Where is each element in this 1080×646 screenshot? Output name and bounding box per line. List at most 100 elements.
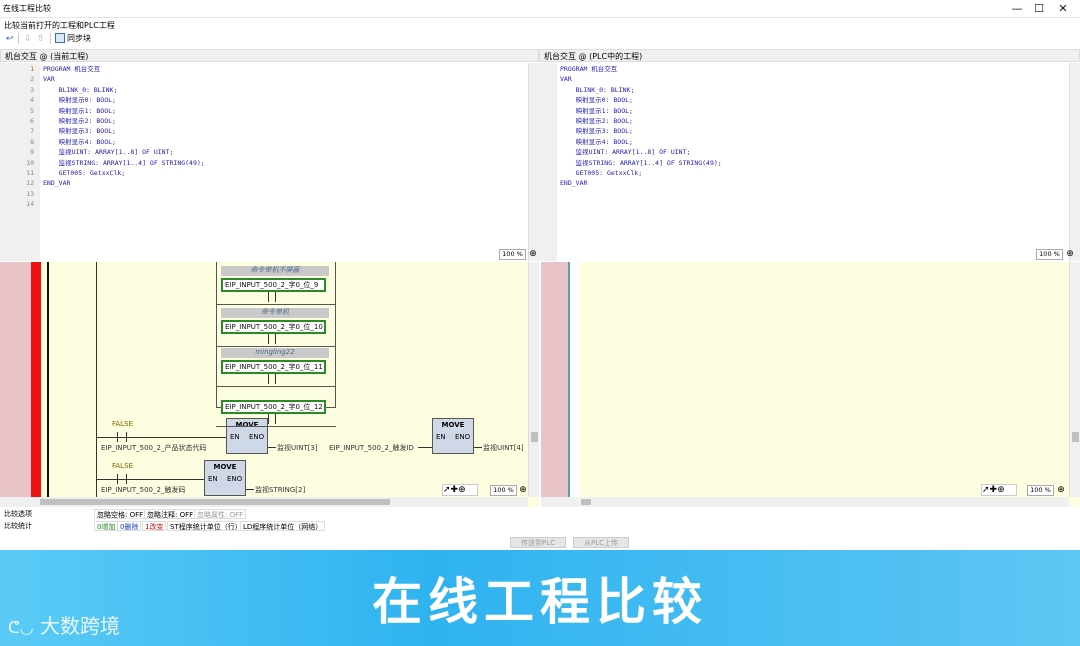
left-code-editor[interactable]: PROGRAM 机台交互 VAR BLINK_0: BLINK; 映射显示0: B… xyxy=(40,63,528,248)
code-line: BLINK_0: BLINK; xyxy=(560,85,635,94)
eno-pin: ENO xyxy=(455,433,471,441)
zoom-icon[interactable]: ⊕ xyxy=(1056,485,1066,495)
row-label: 比较统计 xyxy=(4,522,32,530)
left-code-scrollbar[interactable] xyxy=(528,63,539,261)
sync-block-button[interactable]: 同步块 xyxy=(67,33,91,45)
contact-variable-box[interactable]: EIP_INPUT_500_2_字0_位_12 xyxy=(221,400,326,414)
pointer-icon[interactable]: ➚ xyxy=(443,485,451,495)
move-block[interactable]: MOVE EN ENO xyxy=(226,418,268,454)
ladder-tools[interactable]: ➚✚⊕ xyxy=(981,484,1017,496)
line-number: 3 xyxy=(30,85,34,94)
line-number: 14 xyxy=(26,200,34,209)
rung-wire xyxy=(418,447,432,448)
ignore-attr-toggle[interactable]: 忽略属性: OFF xyxy=(194,509,247,519)
code-line: GET005: GetxxClk; xyxy=(43,168,126,177)
right-ladder-hscroll[interactable] xyxy=(541,497,1069,507)
code-line: 映射显示1: BOOL; xyxy=(43,106,116,115)
ladder-zoom-field[interactable]: 100 % xyxy=(1027,485,1054,496)
next-diff-icon[interactable]: ⇩ xyxy=(24,33,32,45)
add-icon[interactable]: ✚ xyxy=(451,485,459,495)
left-ladder-vscroll[interactable] xyxy=(528,262,539,497)
toolbar-divider xyxy=(18,33,19,44)
left-pane-header: 机台交互 @ (当前工程) xyxy=(0,49,539,62)
branch-divider xyxy=(216,304,336,305)
contact-variable-box[interactable]: EIP_INPUT_500_2_字0_位_9 xyxy=(221,278,326,292)
code-line: 监视STRING: ARRAY[1..4] OF STRING(49); xyxy=(560,158,722,167)
scroll-thumb[interactable] xyxy=(40,499,390,505)
compare-stats-row: 比较统计 0增加 0删除 1改变 ST程序统计单位（行） LD程序统计单位（网络… xyxy=(0,520,1080,532)
false-label: FALSE xyxy=(112,462,133,470)
scroll-thumb[interactable] xyxy=(581,499,591,505)
compare-options-row: 比较选项 忽略空格: OFF 忽略注释: OFF 忽略属性: OFF xyxy=(0,508,1080,520)
right-ladder-pane[interactable]: ➚✚⊕ 100 % ⊕ xyxy=(541,262,1080,507)
move-title: MOVE xyxy=(441,421,465,429)
line-number: 6 xyxy=(30,117,34,126)
line-number: 7 xyxy=(30,127,34,136)
en-pin: EN xyxy=(230,433,240,441)
watermark: ᕦ◡ 大数跨境 xyxy=(8,610,120,639)
zoom-icon[interactable]: ⊕ xyxy=(1065,249,1075,259)
contact[interactable] xyxy=(268,414,276,424)
code-line: 映射显示3: BOOL; xyxy=(43,127,116,136)
zoom-icon[interactable]: ⊕ xyxy=(997,485,1005,495)
eno-pin: ENO xyxy=(227,475,243,483)
pointer-icon[interactable]: ➚ xyxy=(982,485,990,495)
scroll-thumb[interactable] xyxy=(531,432,538,442)
watermark-text: 大数跨境 xyxy=(40,614,120,638)
sync-block-icon[interactable] xyxy=(55,33,65,43)
branch-divider xyxy=(216,426,336,427)
contact[interactable] xyxy=(268,334,276,344)
zoom-icon[interactable]: ⊕ xyxy=(528,249,538,259)
rung-wire xyxy=(97,479,204,480)
page-subtitle: 比较当前打开的工程和PLC工程 xyxy=(4,21,115,30)
ignore-space-toggle[interactable]: 忽略空格: OFF xyxy=(94,509,147,519)
right-code-scrollbar[interactable] xyxy=(1069,63,1080,261)
line-number: 2 xyxy=(30,75,34,84)
left-ladder-pane[interactable]: FALSE EIP_INPUT_500_2_产品状态代码 MOVE EN ENO… xyxy=(0,262,539,507)
move-block[interactable]: MOVE EN ENO xyxy=(432,418,474,454)
code-line: 映射显示3: BOOL; xyxy=(560,127,633,136)
contact[interactable] xyxy=(268,374,276,384)
watermark-logo-icon: ᕦ◡ xyxy=(8,618,34,637)
code-line: END_VAR xyxy=(43,179,71,188)
ignore-comment-toggle[interactable]: 忽略注释: OFF xyxy=(144,509,197,519)
promo-banner: 在线工程比较 ᕦ◡ 大数跨境 xyxy=(0,550,1080,646)
input-var-label: EIP_INPUT_500_2_触发码 xyxy=(101,486,186,494)
contact[interactable] xyxy=(268,292,276,302)
left-zoom-field[interactable]: 100 % xyxy=(499,249,526,260)
scroll-thumb[interactable] xyxy=(1072,432,1079,442)
ladder-zoom-field[interactable]: 100 % xyxy=(490,485,517,496)
back-icon[interactable]: ↩ xyxy=(6,33,14,45)
right-ladder-vscroll[interactable] xyxy=(1069,262,1080,497)
code-line: BLINK_0: BLINK; xyxy=(43,85,118,94)
transfer-to-plc-button[interactable]: 传送到PLC xyxy=(510,537,566,548)
zoom-icon[interactable]: ⊕ xyxy=(518,485,528,495)
contact-variable-box[interactable]: EIP_INPUT_500_2_字0_位_11 xyxy=(221,360,326,374)
ld-unit-label: LD程序统计单位（网络） xyxy=(240,521,326,531)
branch-wire xyxy=(96,262,97,497)
upload-from-plc-button[interactable]: 从PLC上传 xyxy=(573,537,629,548)
move-block[interactable]: MOVE EN ENO xyxy=(204,460,246,496)
false-label: FALSE xyxy=(112,420,133,428)
input-var-label: EIP_INPUT_500_2_产品状态代码 xyxy=(101,444,207,452)
maximize-icon[interactable]: ☐ xyxy=(1028,0,1050,18)
right-code-editor[interactable]: PROGRAM 机台交互 VAR BLINK_0: BLINK; 映射显示0: B… xyxy=(557,63,1069,248)
en-pin: EN xyxy=(208,475,218,483)
move-title: MOVE xyxy=(213,463,237,471)
contact-variable-box[interactable]: EIP_INPUT_500_2_字0_位_10 xyxy=(221,320,326,334)
branch-divider xyxy=(216,386,336,387)
prev-diff-icon[interactable]: ⇧ xyxy=(37,33,45,45)
output-var-label: 监视UINT[3] xyxy=(277,444,318,452)
ladder-tools[interactable]: ➚✚⊕ xyxy=(442,484,478,496)
close-icon[interactable]: ✕ xyxy=(1052,0,1074,18)
add-icon[interactable]: ✚ xyxy=(990,485,998,495)
right-zoom-field[interactable]: 100 % xyxy=(1036,249,1063,260)
minimize-icon[interactable]: — xyxy=(1006,0,1028,18)
eno-pin: ENO xyxy=(249,433,265,441)
line-number: 5 xyxy=(30,106,34,115)
zoom-icon[interactable]: ⊕ xyxy=(458,485,466,495)
row-label: 比较选项 xyxy=(4,510,32,518)
left-ladder-hscroll[interactable] xyxy=(0,497,528,507)
code-line: PROGRAM 机台交互 xyxy=(43,65,101,73)
rung-wire xyxy=(97,437,227,438)
